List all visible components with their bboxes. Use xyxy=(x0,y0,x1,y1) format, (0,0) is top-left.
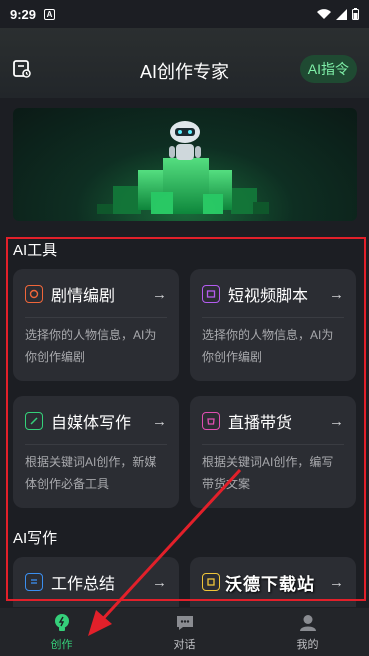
bottom-tab-bar: 创作 对话 我的 xyxy=(0,608,369,656)
status-bar: 9:29 A xyxy=(0,0,369,28)
pencil-icon xyxy=(25,412,43,430)
tab-label: 我的 xyxy=(296,639,319,651)
tool-list[interactable]: AI工具 剧情编剧 → 选择你的人物信息，AI为你创作编剧 短视频脚本 → 选择… xyxy=(0,232,369,607)
report-icon xyxy=(25,573,43,591)
status-time: 9:29 xyxy=(10,6,37,22)
notification-icon: A xyxy=(44,8,56,20)
tab-label: 对话 xyxy=(173,639,196,651)
card-short-video-script[interactable]: 短视频脚本 → 选择你的人物信息，AI为你创作编剧 xyxy=(190,269,356,381)
tab-label: 创作 xyxy=(50,639,73,651)
section-title-ai-tools: AI工具 xyxy=(13,242,58,259)
card-description: 选择你的人物信息，AI为你创作编剧 xyxy=(202,328,334,364)
robot-illustration xyxy=(97,121,269,214)
tab-create[interactable]: 创作 xyxy=(0,608,123,656)
arrow-right-icon: → xyxy=(152,285,167,303)
video-icon xyxy=(202,285,220,303)
arrow-right-icon: → xyxy=(329,285,344,303)
card-title: 短视频脚本 xyxy=(228,288,309,305)
tab-chat[interactable]: 对话 xyxy=(123,608,246,656)
card-plot-script[interactable]: 剧情编剧 → 选择你的人物信息，AI为你创作编剧 xyxy=(13,269,179,381)
status-icons xyxy=(317,8,359,20)
watermark: 沃德下载站 xyxy=(225,575,315,594)
card-description: 选择你的人物信息，AI为你创作编剧 xyxy=(25,328,157,364)
divider xyxy=(25,317,167,318)
battery-icon xyxy=(352,8,359,20)
card-work-summary[interactable]: 工作总结 → xyxy=(13,557,179,607)
document-icon xyxy=(202,573,220,591)
shop-icon xyxy=(202,412,220,430)
chat-icon xyxy=(176,616,193,630)
card-title: 工作总结 xyxy=(51,576,116,593)
arrow-right-icon: → xyxy=(329,412,344,430)
arrow-right-icon: → xyxy=(152,573,167,591)
tab-profile[interactable]: 我的 xyxy=(246,608,369,656)
ai-command-button[interactable]: AI指令 xyxy=(299,55,357,83)
user-icon xyxy=(299,615,316,631)
bulb-icon xyxy=(54,614,69,631)
divider xyxy=(202,444,344,445)
card-livestream-sales[interactable]: 直播带货 → 根据关键词AI创作，编写带货文案 xyxy=(190,396,356,508)
card-description: 根据关键词AI创作，编写带货文案 xyxy=(202,455,334,491)
arrow-right-icon: → xyxy=(152,412,167,430)
card-description: 根据关键词AI创作，新媒体创作必备工具 xyxy=(25,455,157,491)
signal-icon xyxy=(336,8,347,20)
wifi-icon xyxy=(317,8,331,19)
section-title-ai-writing: AI写作 xyxy=(13,530,58,547)
robot-icon xyxy=(169,121,201,160)
banner-image xyxy=(13,108,357,221)
card-title: 自媒体写作 xyxy=(51,415,132,432)
divider xyxy=(202,317,344,318)
card-title: 剧情编剧 xyxy=(51,288,116,305)
script-icon xyxy=(25,285,43,303)
card-title: 直播带货 xyxy=(228,415,293,432)
divider xyxy=(25,444,167,445)
app-header: AI创作专家 AI指令 xyxy=(0,28,369,98)
arrow-right-icon: → xyxy=(329,573,344,591)
card-self-media-writing[interactable]: 自媒体写作 → 根据关键词AI创作，新媒体创作必备工具 xyxy=(13,396,179,508)
